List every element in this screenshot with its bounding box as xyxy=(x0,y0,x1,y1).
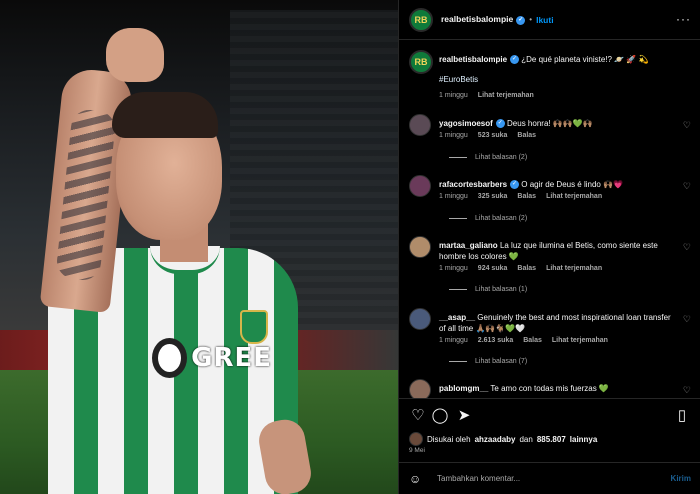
translate-link[interactable]: Lihat terjemahan xyxy=(546,193,602,200)
comment-like-heart-icon[interactable]: ♡ xyxy=(683,385,691,396)
caption-username[interactable]: realbetisbalompie xyxy=(439,55,507,64)
comment-likes[interactable]: 2.613 suka xyxy=(478,337,513,344)
caption: RB realbetisbalompie ✓ ¿De qué planeta vi… xyxy=(409,50,691,112)
comment-item: pablomgm__ Te amo con todas mis fuerzas … xyxy=(409,379,691,398)
view-replies-button[interactable]: Lihat balasan (2) xyxy=(449,154,527,161)
comment-item: martaa_galiano La luz que ilumina el Bet… xyxy=(409,236,691,302)
comment-likes[interactable]: 325 suka xyxy=(478,193,508,200)
comment-avatar[interactable] xyxy=(409,236,431,258)
comment-input[interactable] xyxy=(435,473,671,484)
comment-item: rafacortesbarbers ✓ O agir de Deus é lind… xyxy=(409,175,691,231)
caption-time: 1 minggu xyxy=(439,92,468,99)
header-username[interactable]: realbetisbalompie ✓ xyxy=(441,14,526,25)
view-replies-button[interactable]: Lihat balasan (7) xyxy=(449,358,527,365)
comment-username[interactable]: __asap__ xyxy=(439,313,475,322)
comment-username[interactable]: martaa_galiano xyxy=(439,241,498,250)
comment-text: pablomgm__ Te amo con todas mis fuerzas … xyxy=(439,383,673,394)
comment-like-heart-icon[interactable]: ♡ xyxy=(683,181,691,192)
more-options-icon[interactable]: ··· xyxy=(676,12,691,26)
comment-like-heart-icon[interactable]: ♡ xyxy=(683,120,691,131)
follow-button[interactable]: Ikuti xyxy=(536,15,553,25)
reply-button[interactable]: Balas xyxy=(517,193,536,200)
caption-text: realbetisbalompie ✓ ¿De qué planeta vinis… xyxy=(439,54,673,65)
comment-avatar[interactable] xyxy=(409,175,431,197)
reply-button[interactable]: Balas xyxy=(523,337,542,344)
caption-body: ¿De qué planeta viniste!? 🪐 🚀 💫 xyxy=(521,55,649,64)
comment-username[interactable]: rafacortesbarbers xyxy=(439,180,507,189)
comment-body: O agir de Deus é lindo 🙌🏽💗 xyxy=(521,180,624,189)
likes-and: dan xyxy=(519,434,533,444)
comment-body: Te amo con todas mis fuerzas 💚 xyxy=(490,384,609,393)
verified-badge-icon: ✓ xyxy=(516,15,526,25)
comment-meta: 1 minggu 523 suka Balas xyxy=(439,132,536,139)
liker-avatar xyxy=(409,432,423,446)
comment-avatar[interactable] xyxy=(409,114,431,136)
post-header: RB realbetisbalompie ✓ • Ikuti ··· xyxy=(399,0,700,40)
comment-meta: 1 minggu 2.613 suka Balas Lihat terjemah… xyxy=(439,337,608,344)
comment-username[interactable]: yagosimoesof xyxy=(439,119,493,128)
comment-like-heart-icon[interactable]: ♡ xyxy=(683,242,691,253)
comment-time: 1 minggu xyxy=(439,265,468,272)
comment-icon[interactable]: ◯ xyxy=(431,407,449,425)
player-hair xyxy=(112,92,218,138)
comment-text: martaa_galiano La luz que ilumina el Bet… xyxy=(439,240,673,262)
verified-badge-icon: ✓ xyxy=(510,55,520,65)
likes-prefix: Disukai oleh xyxy=(427,434,471,444)
comment-time: 1 minggu xyxy=(439,132,468,139)
comment-text: rafacortesbarbers ✓ O agir de Deus é lind… xyxy=(439,179,673,190)
comment-like-heart-icon[interactable]: ♡ xyxy=(683,314,691,325)
comment-avatar[interactable] xyxy=(409,308,431,330)
caption-translate-link[interactable]: Lihat terjemahan xyxy=(478,92,534,99)
likes-count[interactable]: 885.807 xyxy=(537,435,566,444)
comment-meta: 1 minggu 924 suka Balas Lihat terjemahan xyxy=(439,265,602,272)
comment-text: yagosimoesof ✓ Deus honra! 🙌🏽🙌🏽💚🙌🏽 xyxy=(439,118,673,129)
translate-link[interactable]: Lihat terjemahan xyxy=(546,265,602,272)
bookmark-icon[interactable]: ▯ xyxy=(673,407,691,425)
post-photo[interactable]: GREE xyxy=(0,0,398,494)
comment-likes[interactable]: 523 suka xyxy=(478,132,508,139)
send-comment-button[interactable]: Kirim xyxy=(671,474,691,483)
account-avatar[interactable]: RB xyxy=(409,7,433,32)
comment-text: __asap__ Genuinely the best and most ins… xyxy=(439,312,673,334)
shirt-sponsor: GREE xyxy=(152,336,272,380)
instagram-post: GREE RB realbetisbalompie ✓ • Ikuti ··· R… xyxy=(0,0,700,494)
player-fist xyxy=(106,28,164,82)
post-date[interactable]: 9 Mei xyxy=(409,447,425,454)
verified-badge-icon: ✓ xyxy=(510,180,520,190)
heart-icon[interactable]: ♡ xyxy=(409,407,427,425)
caption-avatar[interactable]: RB xyxy=(409,50,433,74)
comment-item: __asap__ Genuinely the best and most ins… xyxy=(409,308,691,374)
likes-summary[interactable]: Disukai oleh ahzaadaby dan 885.807 lainn… xyxy=(409,432,597,446)
comment-time: 1 minggu xyxy=(439,193,468,200)
caption-hashtag[interactable]: #EuroBetis xyxy=(439,74,673,85)
comment-body: Deus honra! 🙌🏽🙌🏽💚🙌🏽 xyxy=(507,119,593,128)
view-replies-button[interactable]: Lihat balasan (2) xyxy=(449,215,527,222)
comments-list[interactable]: RB realbetisbalompie ✓ ¿De qué planeta vi… xyxy=(399,40,700,398)
comment-likes[interactable]: 924 suka xyxy=(478,265,508,272)
translate-link[interactable]: Lihat terjemahan xyxy=(552,337,608,344)
add-comment-bar: ☺ Kirim xyxy=(399,462,700,494)
caption-meta: 1 minggu Lihat terjemahan xyxy=(439,92,534,99)
reply-button[interactable]: Balas xyxy=(517,265,536,272)
verified-badge-icon: ✓ xyxy=(495,119,505,129)
likes-suffix[interactable]: lainnya xyxy=(570,435,598,444)
comment-meta: 1 minggu 325 suka Balas Lihat terjemahan xyxy=(439,193,602,200)
view-replies-button[interactable]: Lihat balasan (1) xyxy=(449,286,527,293)
separator-dot: • xyxy=(529,15,533,24)
post-side-panel: RB realbetisbalompie ✓ • Ikuti ··· RB rea… xyxy=(398,0,700,494)
comment-item: yagosimoesof ✓ Deus honra! 🙌🏽🙌🏽💚🙌🏽 1 ming… xyxy=(409,114,691,170)
liker-username[interactable]: ahzaadaby xyxy=(475,435,516,444)
sponsor-text: GREE xyxy=(191,343,272,373)
comment-time: 1 minggu xyxy=(439,337,468,344)
emoji-icon[interactable]: ☺ xyxy=(409,472,427,486)
sponsor-logo-icon xyxy=(152,338,188,378)
comment-avatar[interactable] xyxy=(409,379,431,398)
post-actions: ♡ ◯ ➤ ▯ Disukai oleh ahzaadaby dan 885.8… xyxy=(399,398,700,462)
share-icon[interactable]: ➤ xyxy=(455,407,473,425)
comment-username[interactable]: pablomgm__ xyxy=(439,384,488,393)
reply-button[interactable]: Balas xyxy=(517,132,536,139)
